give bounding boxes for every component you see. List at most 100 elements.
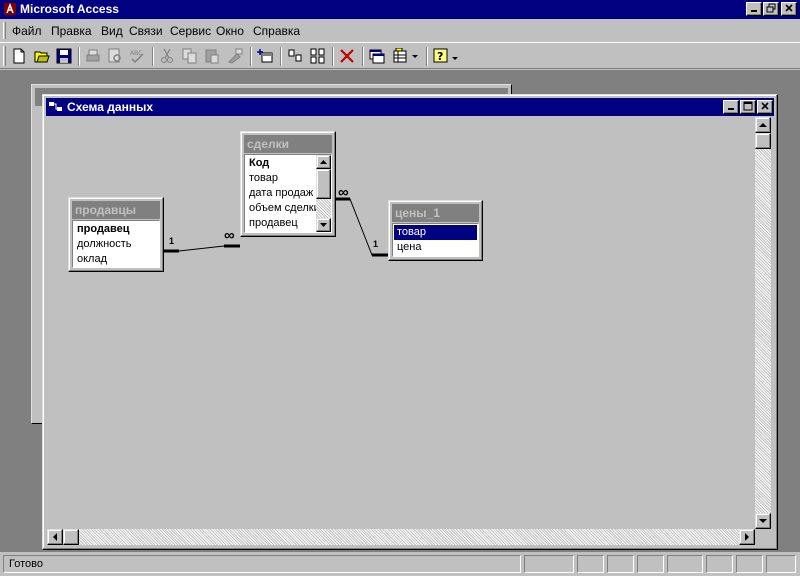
scroll-thumb[interactable] — [63, 529, 79, 545]
field-item[interactable]: Код — [246, 156, 315, 171]
table-title[interactable]: сделки — [244, 135, 332, 153]
table-box-prodavtsy[interactable]: продавцы продавец должность оклад — [68, 197, 164, 272]
horizontal-scrollbar[interactable] — [47, 529, 755, 545]
status-cell — [706, 555, 733, 573]
table-box-tseny[interactable]: цены_1 товар цена — [388, 200, 483, 261]
menu-edit[interactable]: Правка — [51, 24, 92, 38]
cardinality-many-label: ∞ — [338, 184, 349, 201]
close-icon — [761, 102, 769, 110]
copy-button[interactable] — [179, 46, 201, 67]
show-table-button[interactable] — [254, 46, 276, 67]
rel-close-button[interactable] — [757, 100, 773, 114]
toolbar-grip[interactable] — [3, 46, 6, 66]
relationships-titlebar[interactable]: Схема данных — [46, 98, 774, 116]
access-app-icon[interactable] — [3, 2, 17, 16]
save-button[interactable] — [53, 46, 75, 67]
menu-view[interactable]: Вид — [101, 24, 123, 38]
show-direct-button[interactable] — [284, 46, 306, 67]
menu-relationships[interactable]: Связи — [129, 24, 163, 38]
print-preview-button[interactable] — [104, 46, 126, 67]
relation-line-tseny-sdelki[interactable] — [334, 197, 388, 257]
menu-file[interactable]: Файл — [12, 24, 42, 38]
field-item[interactable]: товар — [246, 171, 315, 186]
relationship-lines — [164, 197, 388, 257]
status-cell — [766, 555, 796, 573]
new-button[interactable] — [8, 46, 30, 67]
paste-icon — [205, 49, 219, 64]
delete-button[interactable] — [336, 46, 358, 67]
field-item[interactable]: должность — [74, 237, 158, 252]
field-list[interactable]: товар цена — [392, 223, 479, 257]
toolbar-separator — [250, 47, 252, 66]
app-title: Microsoft Access — [20, 2, 119, 16]
size-grip[interactable] — [755, 529, 771, 545]
show-all-button[interactable] — [307, 46, 329, 67]
up-arrow-icon — [759, 123, 767, 127]
table-title[interactable]: цены_1 — [392, 204, 479, 222]
status-cell — [667, 555, 703, 573]
field-item[interactable]: дата продаж — [246, 186, 315, 201]
database-window-button[interactable] — [366, 46, 388, 67]
relationships-title: Схема данных — [67, 100, 153, 114]
field-item[interactable]: цена — [394, 240, 477, 255]
print-preview-icon — [108, 48, 121, 63]
app-close-button[interactable] — [781, 2, 797, 16]
field-item[interactable]: оклад — [74, 252, 158, 267]
table-title[interactable]: продавцы — [72, 201, 160, 219]
format-painter-icon — [228, 48, 243, 64]
menubar-grip[interactable] — [3, 22, 6, 39]
help-icon: ? — [433, 48, 458, 63]
spelling-button[interactable]: ABC — [126, 46, 148, 67]
relationships-window-icon[interactable] — [49, 101, 63, 113]
scroll-right-button[interactable] — [739, 529, 755, 545]
rel-minimize-button[interactable] — [723, 100, 739, 114]
relationships-canvas[interactable]: 1 ∞ 1 ∞ продавцы продавец должность окла… — [47, 117, 755, 529]
app-titlebar: Microsoft Access — [0, 0, 800, 19]
toolbar-separator — [152, 47, 154, 66]
scroll-up-button[interactable] — [316, 155, 331, 169]
field-list[interactable]: продавец должность оклад — [72, 220, 160, 268]
menu-help[interactable]: Справка — [253, 24, 300, 38]
toolbar: ABC ? — [0, 42, 800, 69]
format-painter-button[interactable] — [224, 46, 246, 67]
menu-tools[interactable]: Сервис — [170, 24, 211, 38]
down-arrow-icon — [320, 223, 327, 227]
print-button[interactable] — [82, 46, 104, 67]
field-item[interactable]: продавец — [246, 216, 315, 231]
menu-window[interactable]: Окно — [216, 24, 244, 38]
toolbar-separator — [426, 47, 428, 66]
field-item[interactable]: продавец — [74, 222, 158, 237]
scroll-left-button[interactable] — [47, 529, 63, 545]
scroll-up-button[interactable] — [755, 117, 771, 133]
help-button[interactable]: ? — [430, 46, 462, 67]
field-item[interactable]: товар — [393, 224, 478, 241]
status-text: Готово — [3, 555, 521, 573]
rel-maximize-button[interactable] — [740, 100, 756, 114]
scroll-thumb[interactable] — [755, 133, 771, 149]
toolbar-separator — [78, 47, 80, 66]
open-button[interactable] — [31, 46, 53, 67]
app-restore-button[interactable] — [763, 2, 779, 16]
svg-text:?: ? — [437, 50, 443, 63]
field-list-scrollbar[interactable] — [316, 155, 331, 232]
close-icon — [785, 4, 793, 12]
status-cell — [577, 555, 604, 573]
field-item[interactable]: объем сделки — [246, 201, 320, 216]
minimize-icon — [728, 108, 734, 110]
app-minimize-button[interactable] — [746, 2, 762, 16]
status-cell — [524, 555, 574, 573]
scroll-thumb[interactable] — [316, 169, 331, 199]
paste-button[interactable] — [201, 46, 223, 67]
relationships-window[interactable]: Схема данных 1 ∞ 1 ∞ продавцы продавец д… — [42, 94, 778, 550]
scroll-down-button[interactable] — [316, 218, 331, 232]
new-object-button[interactable] — [390, 46, 422, 67]
vertical-scrollbar[interactable] — [755, 117, 771, 529]
table-box-sdelki[interactable]: сделки Код товар дата продаж объем сделк… — [240, 131, 336, 237]
scroll-down-button[interactable] — [755, 513, 771, 529]
relation-line-prodavtsy-sdelki[interactable] — [164, 244, 240, 253]
cardinality-one-label: 1 — [373, 239, 379, 249]
maximize-icon — [743, 101, 753, 111]
cut-button[interactable] — [156, 46, 178, 67]
field-list[interactable]: Код товар дата продаж объем сделки прода… — [244, 154, 332, 233]
menu-bar: Файл Правка Вид Связи Сервис Окно Справк… — [0, 20, 800, 41]
